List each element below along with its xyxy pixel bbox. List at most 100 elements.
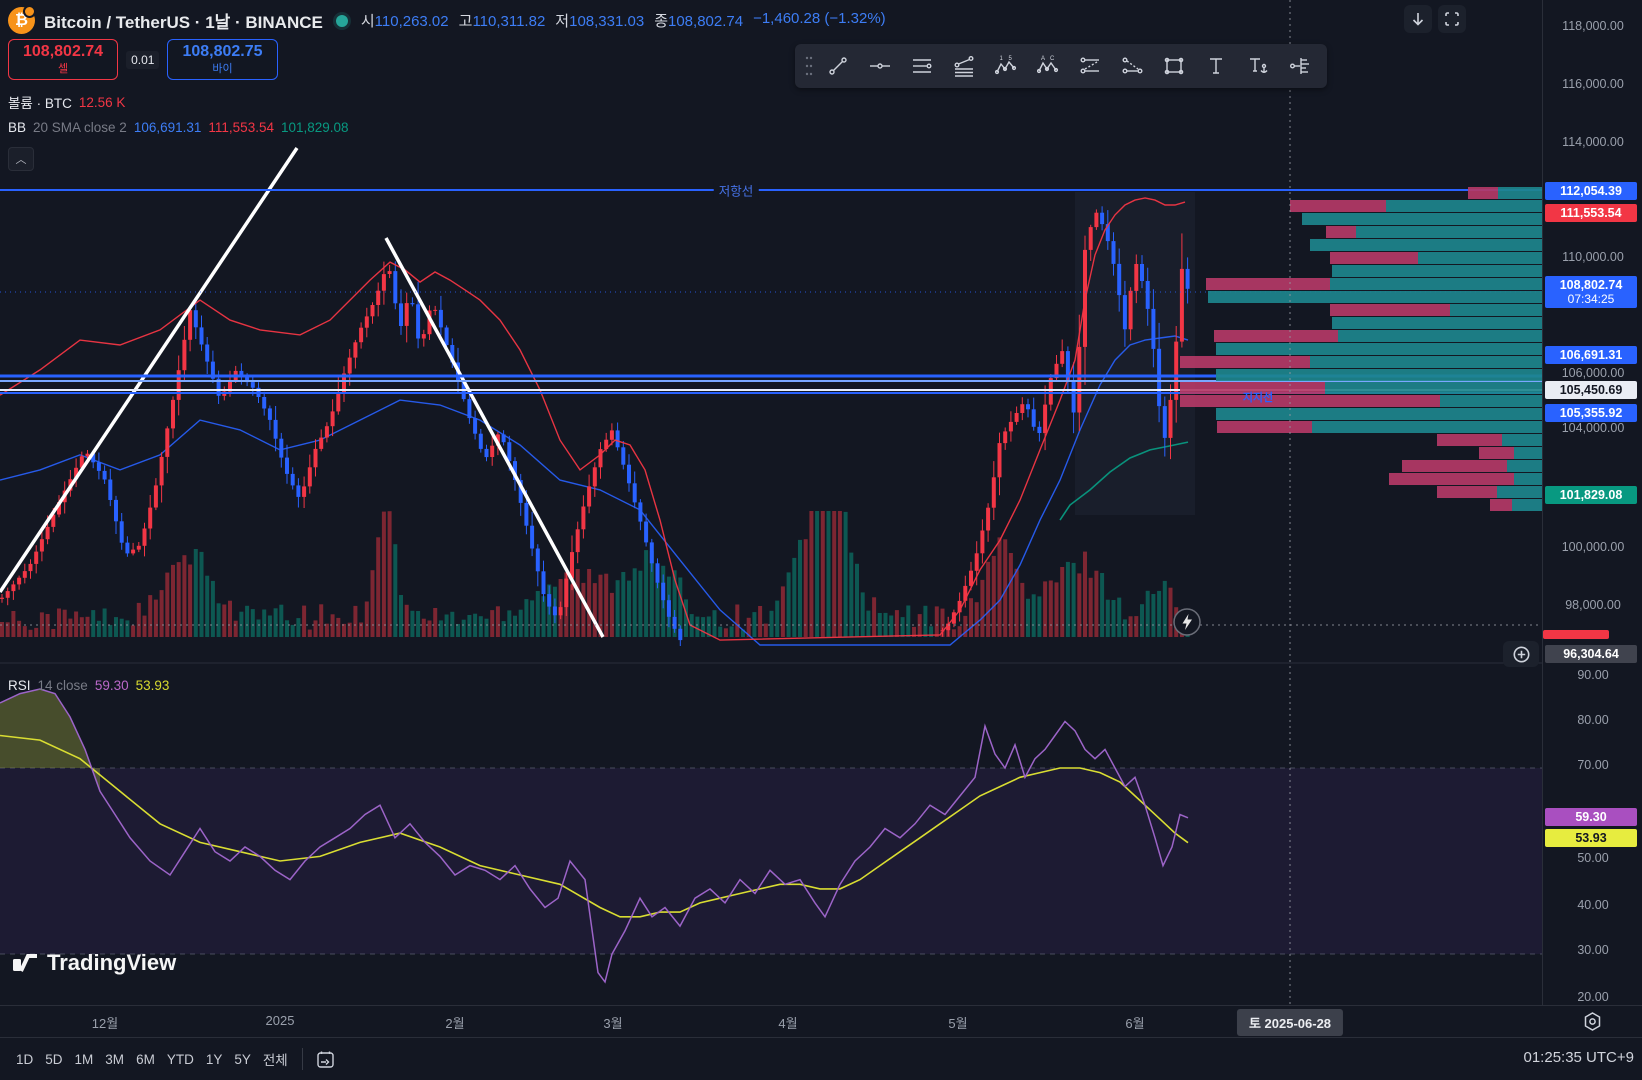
time-tick: 2025 — [265, 1013, 295, 1028]
time-tick: 4월 — [778, 1016, 798, 1031]
trade-panel: 108,802.74 셀 0.01 108,802.75 바이 — [8, 39, 278, 80]
price-tick: 40.00 — [1577, 898, 1609, 912]
time-axis[interactable]: 토 2025-06-28 12월 2025 2월 3월 4월 5월 6월 — [0, 1005, 1642, 1038]
price-tick: 90.00 — [1577, 668, 1609, 682]
volume-legend[interactable]: 볼륨 · BTC 12.56 K — [8, 92, 125, 112]
anchored-text-tool-button[interactable] — [1237, 46, 1279, 86]
price-label: 101,829.08 — [1545, 486, 1637, 504]
price-tick: 106,000.00 — [1561, 366, 1625, 380]
price-label: 106,691.31 — [1545, 346, 1637, 364]
xabcd-pattern-tool-button[interactable]: AC — [1027, 46, 1069, 86]
text-tool-button[interactable] — [1195, 46, 1237, 86]
price-tick: 100,000.00 — [1561, 540, 1625, 554]
tradingview-app: 저항선 지지선 ₿ Bitcoin / TetherUS · 1날 · BINA… — [0, 0, 1642, 1080]
horizontal-line-tool-button[interactable] — [859, 46, 901, 86]
close-value: 108,802.74 — [668, 13, 744, 30]
sell-button[interactable]: 108,802.74 셀 — [8, 39, 119, 80]
bb-lower-value: 101,829.08 — [280, 120, 349, 135]
high-value: 110,311.82 — [472, 13, 546, 30]
bitcoin-logo-icon: ₿ — [8, 5, 36, 34]
fixed-range-volume-profile-icon — [1290, 58, 1309, 74]
elliott-wave-tool-button[interactable]: 15 — [985, 46, 1027, 86]
range-button-6m[interactable]: 6M — [130, 1048, 161, 1071]
price-tick: 118,000.00 — [1562, 19, 1624, 33]
axis-settings-icon[interactable] — [1582, 1011, 1603, 1037]
spread-value: 0.01 — [126, 50, 160, 69]
tradingview-watermark: TradingView — [12, 950, 176, 976]
rsi-legend[interactable]: RSI 14 close 59.30 53.93 — [8, 678, 169, 693]
price-label: 96,304.64 — [1545, 645, 1637, 663]
bb-legend[interactable]: BB 20 SMA close 2 106,691.31 111,553.54 … — [8, 120, 349, 135]
price-label: 105,355.92 — [1545, 404, 1637, 422]
fixed-range-volume-profile-tool-button[interactable] — [1279, 46, 1321, 86]
toolbar-drag-handle[interactable] — [801, 46, 817, 86]
time-tick: 12월 — [91, 1016, 119, 1031]
range-button-1d[interactable]: 1D — [10, 1048, 39, 1071]
range-button-3m[interactable]: 3M — [99, 1048, 130, 1071]
bottom-toolbar: 1D 5D 1M 3M 6M YTD 1Y 5Y 전체 — [0, 1037, 1642, 1080]
time-tick: 3월 — [603, 1016, 623, 1031]
projection-tool-button[interactable] — [1069, 46, 1111, 86]
low-value: 108,331.03 — [569, 13, 645, 30]
price-tick: 20.00 — [1577, 990, 1609, 1004]
rectangle-icon — [1164, 57, 1184, 75]
change-value: −1,460.28 (−1.32%) — [753, 10, 886, 27]
crosshair-date-badge: 토 2025-06-28 — [1236, 1009, 1344, 1036]
range-button-전체[interactable]: 전체 — [257, 1045, 294, 1073]
range-button-ytd[interactable]: YTD — [161, 1048, 200, 1071]
fib-retracement-icon — [954, 56, 974, 77]
price-tick: 70.00 — [1577, 758, 1609, 772]
volume-value: 12.56 K — [78, 94, 126, 110]
quick-order-icon[interactable] — [1171, 606, 1203, 643]
bb-basis-value: 106,691.31 — [133, 120, 202, 135]
tradingview-logo-icon — [13, 954, 37, 972]
price-label: 53.93 — [1545, 829, 1637, 847]
time-tick: 2월 — [445, 1016, 465, 1031]
market-status-icon[interactable] — [335, 14, 348, 27]
trend-line-tool-button[interactable] — [817, 46, 859, 86]
bb-upper-value: 111,553.54 — [208, 120, 274, 135]
price-tick: 50.00 — [1577, 851, 1609, 865]
collapse-legends-button[interactable]: ︿ — [8, 147, 34, 171]
svg-text:C: C — [1050, 56, 1055, 62]
chart-canvas[interactable] — [0, 0, 1542, 1005]
range-button-1m[interactable]: 1M — [69, 1048, 100, 1071]
open-value: 110,263.02 — [374, 13, 449, 30]
range-button-5d[interactable]: 5D — [39, 1048, 68, 1071]
time-tick: 5월 — [948, 1016, 968, 1031]
toolbar-divider — [301, 1048, 303, 1070]
drawing-toolbar: 15 AC — [795, 44, 1327, 88]
clock[interactable]: 01:25:35 UTC+9 — [1524, 1049, 1635, 1066]
parallel-channel-icon — [913, 59, 932, 73]
projection-icon — [1080, 57, 1099, 74]
price-axis[interactable]: 118,000.00 116,000.00 114,000.00 110,000.00… — [1542, 0, 1642, 1005]
range-button-5y[interactable]: 5Y — [228, 1048, 257, 1071]
price-label: 108,802.74 07:34:25 — [1545, 276, 1637, 308]
fib-retracement-tool-button[interactable] — [943, 46, 985, 86]
symbol-header: ₿ Bitcoin / TetherUS · 1날 · BINANCE 시110… — [8, 5, 886, 34]
price-tick: 30.00 — [1577, 943, 1609, 957]
rsi-ma-value: 53.93 — [135, 678, 170, 693]
price-tick: 114,000.00 — [1562, 135, 1624, 149]
anchored-text-icon — [1250, 58, 1268, 73]
scroll-down-button[interactable] — [1404, 5, 1432, 33]
ohlc-row: 시110,263.02 고110,311.82 저108,331.03 종108… — [360, 10, 886, 30]
forecast-tool-button[interactable] — [1111, 46, 1153, 86]
trend-line-icon — [829, 57, 847, 75]
hidden-red-price-label — [1543, 630, 1609, 639]
parallel-channel-tool-button[interactable] — [901, 46, 943, 86]
price-label: 112,054.39 — [1545, 182, 1637, 200]
add-order-plus-button[interactable] — [1503, 641, 1539, 667]
xabcd-pattern-icon: AC — [1037, 56, 1059, 74]
support-line-label[interactable]: 지지선 — [1243, 389, 1273, 405]
go-to-date-button[interactable] — [311, 1039, 341, 1079]
rectangle-tool-button[interactable] — [1153, 46, 1195, 86]
svg-text:A: A — [1041, 56, 1045, 62]
price-tick: 116,000.00 — [1562, 77, 1624, 91]
buy-button[interactable]: 108,802.75 바이 — [167, 39, 278, 80]
fullscreen-button[interactable] — [1438, 5, 1466, 33]
time-tick: 6월 — [1125, 1016, 1145, 1031]
symbol-title[interactable]: Bitcoin / TetherUS · 1날 · BINANCE — [44, 8, 323, 33]
resistance-line-label[interactable]: 저항선 — [713, 180, 759, 200]
range-button-1y[interactable]: 1Y — [200, 1048, 229, 1071]
